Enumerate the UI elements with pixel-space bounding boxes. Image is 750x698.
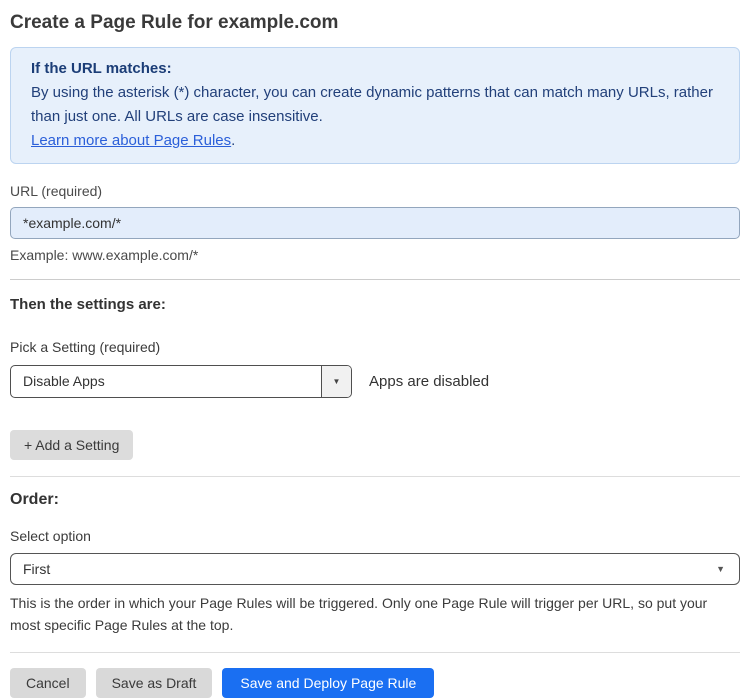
order-help-text: This is the order in which your Page Rul… [10, 595, 708, 633]
url-match-info-box: If the URL matches: By using the asteris… [10, 47, 740, 164]
url-input[interactable] [10, 207, 740, 239]
page-title: Create a Page Rule for example.com [10, 12, 339, 33]
link-suffix: . [231, 132, 236, 149]
save-deploy-button[interactable]: Save and Deploy Page Rule [222, 668, 435, 698]
order-heading: Order: [10, 491, 59, 508]
page-rule-form: Create a Page Rule for example.com If th… [0, 9, 750, 698]
cancel-button[interactable]: Cancel [10, 668, 86, 698]
setting-dropdown-arrow-button[interactable]: ▼ [321, 366, 351, 397]
setting-status-text: Apps are disabled [369, 373, 490, 390]
info-box-heading: If the URL matches: [31, 60, 172, 77]
learn-more-link[interactable]: Learn more about Page Rules [31, 132, 231, 149]
setting-dropdown[interactable]: Disable Apps ▼ [10, 365, 352, 398]
setting-row: Disable Apps ▼ Apps are disabled [10, 365, 740, 398]
order-select-label: Select option [10, 528, 91, 544]
info-box-link-line: Learn more about Page Rules. [31, 129, 719, 153]
url-label: URL (required) [10, 183, 103, 199]
settings-heading: Then the settings are: [10, 296, 166, 313]
order-select[interactable]: First ▼ [10, 553, 740, 585]
footer-actions: Cancel Save as Draft Save and Deploy Pag… [10, 668, 740, 698]
url-example: Example: www.example.com/* [10, 247, 199, 263]
divider [10, 476, 740, 477]
setting-dropdown-value: Disable Apps [23, 373, 105, 389]
setting-picker-label: Pick a Setting (required) [10, 339, 161, 355]
add-setting-button[interactable]: + Add a Setting [10, 430, 134, 460]
divider [10, 652, 740, 653]
info-box-body: By using the asterisk (*) character, you… [31, 84, 713, 125]
chevron-down-icon: ▼ [716, 563, 725, 574]
chevron-down-icon: ▼ [332, 376, 341, 386]
order-select-value: First [23, 561, 51, 577]
save-draft-button[interactable]: Save as Draft [95, 668, 213, 698]
divider [10, 279, 740, 280]
